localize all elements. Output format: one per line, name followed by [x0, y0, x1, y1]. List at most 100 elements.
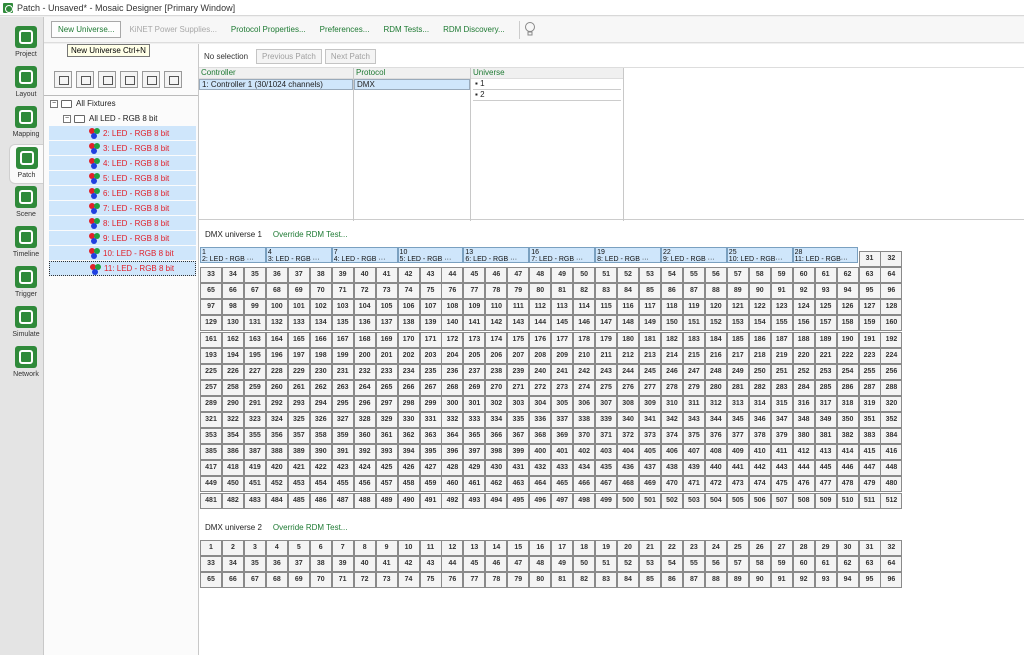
dmx-channel-cell[interactable]: 110 [485, 299, 508, 316]
dmx-channel-cell[interactable]: 68 [265, 283, 288, 300]
dmx-channel-cell[interactable]: 89 [726, 571, 749, 588]
dmx-channel-cell[interactable]: 177 [551, 331, 574, 348]
dmx-channel-cell[interactable]: 175 [507, 331, 530, 348]
dmx-channel-cell[interactable]: 58 [748, 555, 771, 572]
dmx-channel-cell[interactable]: 393 [375, 444, 398, 461]
dmx-channel-cell[interactable]: 253 [814, 363, 837, 380]
dmx-channel-cell[interactable]: 324 [265, 412, 288, 428]
dmx-channel-cell[interactable]: 274 [573, 379, 596, 396]
dmx-channel-cell[interactable]: 320 [880, 395, 903, 412]
dmx-channel-cell[interactable]: 471 [682, 476, 705, 493]
patched-fixture[interactable]: 13 6: LED - RGB ··· [463, 247, 530, 263]
dmx-channel-cell[interactable]: 261 [287, 379, 310, 396]
dmx-channel-cell[interactable]: 9 [375, 539, 398, 556]
dmx-channel-cell[interactable]: 184 [704, 331, 727, 348]
dmx-channel-cell[interactable]: 224 [880, 347, 903, 364]
dmx-channel-cell[interactable]: 376 [704, 428, 727, 445]
dmx-channel-cell[interactable]: 91 [770, 283, 793, 300]
sidebar-item-mapping[interactable]: Mapping [9, 104, 43, 144]
dmx-channel-cell[interactable]: 34 [221, 267, 244, 284]
fixture-item[interactable]: 3: LED - RGB 8 bit [49, 141, 196, 156]
dmx-channel-cell[interactable]: 43 [419, 555, 442, 572]
dmx-channel-cell[interactable]: 22 [660, 539, 683, 556]
dmx-channel-cell[interactable]: 87 [682, 283, 705, 300]
dmx-channel-cell[interactable]: 41 [375, 267, 398, 284]
dmx-channel-cell[interactable]: 270 [485, 379, 508, 396]
dmx-channel-cell[interactable]: 512 [880, 492, 903, 509]
dmx-channel-cell[interactable]: 251 [770, 363, 793, 380]
dmx-channel-cell[interactable]: 47 [507, 555, 530, 572]
dmx-channel-cell[interactable]: 242 [573, 363, 596, 380]
dmx-channel-cell[interactable]: 64 [880, 267, 903, 284]
dmx-channel-cell[interactable]: 382 [836, 428, 859, 445]
dmx-channel-cell[interactable]: 170 [397, 331, 420, 348]
dmx-channel-cell[interactable]: 40 [353, 267, 376, 284]
dmx-channel-cell[interactable]: 424 [353, 460, 376, 477]
dmx-channel-cell[interactable]: 263 [331, 379, 354, 396]
dmx-channel-cell[interactable]: 134 [309, 315, 332, 332]
sidebar-item-layout[interactable]: Layout [9, 64, 43, 104]
dmx-channel-cell[interactable]: 39 [331, 555, 354, 572]
dmx-channel-cell[interactable]: 36 [265, 555, 288, 572]
dmx-channel-cell[interactable]: 375 [682, 428, 705, 445]
dmx-channel-cell[interactable]: 5 [287, 539, 310, 556]
dmx-channel-cell[interactable]: 319 [858, 395, 881, 412]
sort-alt-icon[interactable] [142, 71, 160, 88]
dmx-channel-cell[interactable]: 427 [419, 460, 442, 477]
dmx-channel-cell[interactable]: 52 [617, 267, 640, 284]
dmx-channel-cell[interactable]: 149 [639, 315, 661, 332]
dmx-channel-cell[interactable]: 303 [507, 395, 530, 412]
dmx-channel-cell[interactable]: 211 [595, 347, 618, 364]
dmx-channel-cell[interactable]: 108 [441, 299, 464, 316]
dmx-channel-cell[interactable]: 81 [551, 283, 574, 300]
dmx-channel-cell[interactable]: 202 [397, 347, 420, 364]
dmx-channel-cell[interactable]: 82 [573, 571, 596, 588]
dmx-channel-cell[interactable]: 351 [858, 412, 881, 428]
dmx-channel-cell[interactable]: 80 [529, 283, 552, 300]
dmx-channel-cell[interactable]: 17 [551, 539, 574, 556]
dmx-channel-cell[interactable]: 95 [858, 283, 881, 300]
dmx-channel-cell[interactable]: 93 [814, 283, 837, 300]
dmx-channel-cell[interactable]: 406 [660, 444, 683, 461]
dmx-channel-cell[interactable]: 42 [397, 267, 420, 284]
dmx-channel-cell[interactable]: 182 [660, 331, 683, 348]
dmx-channel-cell[interactable]: 35 [243, 267, 266, 284]
dmx-channel-cell[interactable]: 183 [682, 331, 705, 348]
dmx-channel-cell[interactable]: 410 [748, 444, 771, 461]
dmx-channel-cell[interactable]: 210 [573, 347, 596, 364]
dmx-channel-cell[interactable]: 493 [463, 492, 486, 509]
dmx-channel-cell[interactable]: 443 [770, 460, 793, 477]
dmx-channel-cell[interactable]: 228 [265, 363, 288, 380]
dmx-channel-cell[interactable]: 317 [814, 395, 837, 412]
dmx-channel-cell[interactable]: 306 [573, 395, 596, 412]
dmx-channel-cell[interactable]: 309 [639, 395, 661, 412]
dmx-channel-cell[interactable]: 349 [814, 412, 837, 428]
dmx-channel-cell[interactable]: 340 [617, 412, 640, 428]
dmx-channel-cell[interactable]: 281 [726, 379, 749, 396]
sidebar-item-network[interactable]: Network [9, 344, 43, 384]
dmx-channel-cell[interactable]: 392 [353, 444, 376, 461]
dmx-channel-cell[interactable]: 371 [595, 428, 618, 445]
dmx-channel-cell[interactable]: 45 [463, 555, 486, 572]
dmx-channel-cell[interactable]: 422 [309, 460, 332, 477]
dmx-channel-cell[interactable]: 475 [770, 476, 793, 493]
dmx-channel-cell[interactable]: 123 [770, 299, 793, 316]
dmx-channel-cell[interactable]: 404 [617, 444, 640, 461]
dmx-channel-cell[interactable]: 8 [353, 539, 376, 556]
dmx-channel-cell[interactable]: 400 [529, 444, 552, 461]
dmx-channel-cell[interactable]: 412 [792, 444, 815, 461]
dmx-channel-cell[interactable]: 488 [353, 492, 376, 509]
dmx-channel-cell[interactable]: 65 [200, 571, 222, 588]
dmx-channel-cell[interactable]: 63 [858, 267, 881, 284]
dmx-channel-cell[interactable]: 280 [704, 379, 727, 396]
dmx-channel-cell[interactable]: 446 [836, 460, 859, 477]
dmx-channel-cell[interactable]: 106 [397, 299, 420, 316]
dmx-channel-cell[interactable]: 200 [353, 347, 376, 364]
dmx-channel-cell[interactable]: 4 [265, 539, 288, 556]
dmx-channel-cell[interactable]: 362 [397, 428, 420, 445]
dmx-channel-cell[interactable]: 308 [617, 395, 640, 412]
dmx-channel-cell[interactable]: 64 [880, 555, 903, 572]
dmx-channel-cell[interactable]: 507 [770, 492, 793, 509]
dmx-channel-cell[interactable]: 119 [682, 299, 705, 316]
dmx-channel-cell[interactable]: 374 [660, 428, 683, 445]
